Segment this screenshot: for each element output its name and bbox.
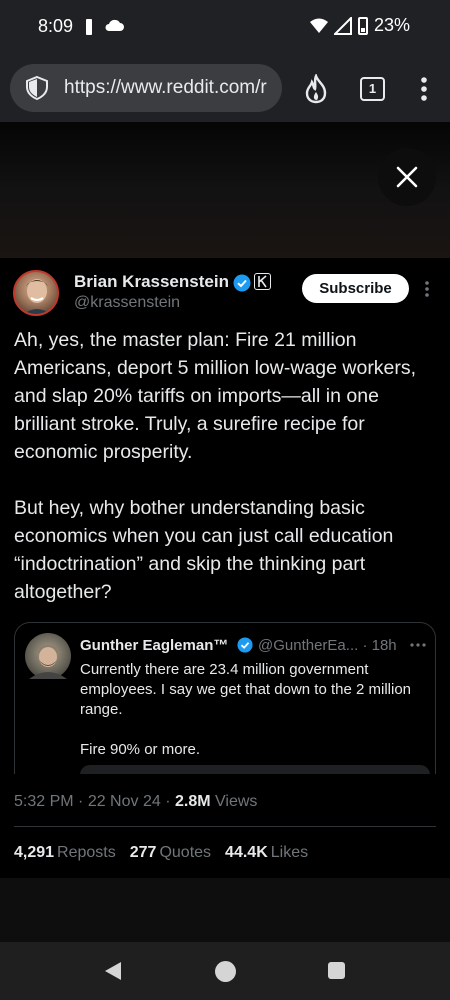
divider — [14, 826, 436, 827]
browser-toolbar: https://www.reddit.com/r 1 — [0, 56, 450, 122]
quote-paragraph: Currently there are 23.4 million governm… — [80, 661, 412, 718]
cloud-icon — [105, 19, 124, 31]
more-options-icon[interactable] — [424, 280, 430, 298]
likes-count: 44.4K — [225, 844, 268, 861]
tweet-text: Ah, yes, the master plan: Fire 21 millio… — [14, 326, 438, 634]
quotes-stat[interactable]: 277 Quotes — [130, 844, 211, 862]
tweet-time[interactable]: 5:32 PM — [14, 793, 74, 810]
phone-lock-icon — [86, 19, 92, 35]
verified-badge-icon — [233, 274, 251, 292]
affiliate-badge-icon[interactable] — [254, 273, 271, 290]
flame-icon[interactable] — [303, 74, 329, 104]
reposts-stat[interactable]: 4,291 Reposts — [14, 844, 116, 862]
address-bar[interactable]: https://www.reddit.com/r — [10, 64, 282, 112]
quote-more-icon[interactable] — [410, 643, 426, 647]
signal-icon — [333, 16, 352, 35]
quote-author-handle[interactable]: @GuntherEa... · 18h — [258, 637, 397, 654]
url-text[interactable]: https://www.reddit.com/r — [64, 77, 267, 99]
quote-media-preview[interactable] — [80, 765, 430, 774]
quotes-label: Quotes — [159, 844, 212, 861]
quote-author-name[interactable]: Gunther Eagleman™ — [80, 637, 228, 654]
author-avatar[interactable] — [13, 270, 59, 316]
reposts-count: 4,291 — [14, 844, 55, 861]
battery-percent: 23% — [373, 15, 410, 35]
quoted-tweet[interactable]: Gunther Eagleman™ @GuntherEa... · 18h Cu… — [14, 622, 436, 774]
tweet: Brian Krassenstein @krassenstein Subscri… — [0, 258, 450, 878]
avatar-face-icon — [23, 279, 51, 314]
quote-handle-text: @GuntherEa... — [258, 637, 359, 654]
verified-badge-icon — [237, 637, 253, 653]
views-count: 2.8M — [174, 793, 211, 810]
quotes-count: 277 — [129, 844, 157, 861]
overflow-menu-icon[interactable] — [414, 76, 434, 102]
status-time: 8:09 — [38, 16, 74, 36]
close-button[interactable] — [378, 148, 436, 206]
likes-label: Likes — [270, 844, 309, 861]
likes-stat[interactable]: 44.4K Likes — [225, 844, 308, 862]
views-label: Views — [215, 793, 258, 810]
author-name[interactable]: Brian Krassenstein — [74, 272, 229, 292]
subscribe-button[interactable]: Subscribe — [302, 274, 409, 303]
screen: 8:09 23% https://www.reddit.com/r 1 Bria… — [0, 0, 450, 1000]
quote-text: Currently there are 23.4 million governm… — [80, 660, 425, 774]
tweet-date[interactable]: 22 Nov 24 — [88, 793, 161, 810]
home-icon[interactable] — [215, 961, 236, 982]
reposts-label: Reposts — [57, 844, 116, 861]
shield-icon[interactable] — [24, 75, 50, 101]
recents-icon[interactable] — [328, 962, 345, 979]
status-bar: 8:09 23% — [0, 0, 450, 56]
close-icon[interactable] — [395, 165, 419, 189]
author-handle[interactable]: @krassenstein — [74, 294, 180, 312]
tweet-paragraph: Ah, yes, the master plan: Fire 21 millio… — [14, 329, 417, 463]
back-icon[interactable] — [104, 962, 122, 980]
battery-icon — [357, 16, 368, 35]
quote-author-avatar[interactable] — [25, 633, 71, 679]
quote-paragraph: Fire 90% or more. — [80, 741, 201, 758]
status-right: 23% — [309, 15, 410, 36]
tweet-paragraph: But hey, why bother understanding basic … — [14, 497, 394, 603]
system-nav-bar — [0, 942, 450, 1000]
quote-age: 18h — [371, 637, 397, 654]
avatar-face-icon — [29, 645, 67, 679]
tweet-meta: 5:32 PM · 22 Nov 24 · 2.8M Views — [14, 793, 258, 810]
tweet-stats: 4,291 Reposts 277 Quotes 44.4K Likes — [14, 844, 308, 862]
tab-switcher-button[interactable]: 1 — [360, 77, 385, 101]
wifi-icon — [309, 18, 328, 33]
below-fold-area — [0, 878, 450, 942]
media-header — [0, 122, 450, 258]
